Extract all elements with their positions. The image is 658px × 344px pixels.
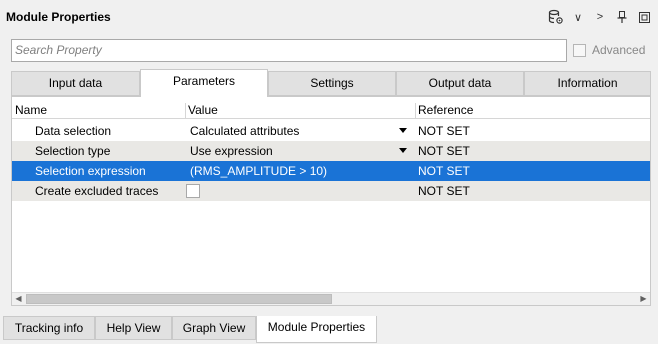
tab-help-view[interactable]: Help View	[95, 316, 172, 340]
row-name: Selection type	[35, 144, 111, 158]
dropdown-arrow-icon[interactable]	[399, 128, 407, 133]
titlebar-toolbar: ∨ >	[546, 8, 654, 26]
scroll-right-icon[interactable]: ▶	[637, 293, 650, 305]
database-settings-icon[interactable]	[546, 8, 566, 26]
column-header-reference[interactable]: Reference	[416, 103, 473, 119]
row-value-text[interactable]: (RMS_AMPLITUDE > 10)	[190, 161, 327, 181]
tab-output-data[interactable]: Output data	[396, 71, 524, 96]
tab-graph-view[interactable]: Graph View	[172, 316, 256, 340]
tab-module-properties[interactable]: Module Properties	[256, 316, 377, 343]
row-value-dropdown[interactable]: Calculated attributes	[190, 121, 299, 141]
row-value-dropdown[interactable]: Use expression	[190, 141, 273, 161]
row-reference: NOT SET	[418, 124, 470, 138]
advanced-label: Advanced	[592, 43, 646, 57]
column-header-value[interactable]: Value	[186, 103, 218, 119]
search-placeholder: Search Property	[15, 43, 102, 57]
chevron-down-icon[interactable]: ∨	[568, 8, 588, 26]
property-grid: Name Value Reference Data selection Calc…	[11, 96, 651, 306]
tab-information[interactable]: Information	[524, 71, 651, 96]
row-reference: NOT SET	[418, 144, 470, 158]
tab-parameters[interactable]: Parameters	[140, 69, 268, 97]
table-row-selected[interactable]: Selection expression (RMS_AMPLITUDE > 10…	[12, 161, 650, 181]
create-excluded-traces-checkbox[interactable]	[186, 184, 200, 198]
table-row[interactable]: Selection type Use expression NOT SET	[12, 141, 650, 161]
panel-titlebar: Module Properties ∨ >	[0, 0, 658, 34]
table-row[interactable]: Create excluded traces NOT SET	[12, 181, 650, 201]
advanced-checkbox[interactable]: Advanced	[573, 43, 645, 57]
row-name: Data selection	[35, 124, 112, 138]
pin-icon[interactable]	[612, 8, 632, 26]
chevron-right-icon[interactable]: >	[590, 8, 610, 26]
row-name: Selection expression	[35, 164, 146, 178]
tab-tracking-info[interactable]: Tracking info	[3, 316, 95, 340]
row-reference: NOT SET	[418, 164, 470, 178]
property-tabs: Input data Parameters Settings Output da…	[11, 69, 651, 97]
bottom-tabs: Tracking info Help View Graph View Modul…	[3, 316, 658, 343]
tab-input-data[interactable]: Input data	[11, 71, 140, 96]
restore-icon[interactable]	[634, 8, 654, 26]
column-header-name[interactable]: Name	[13, 103, 47, 119]
table-header: Name Value Reference	[12, 103, 650, 119]
row-name: Create excluded traces	[35, 184, 159, 198]
scrollbar-thumb[interactable]	[26, 294, 332, 304]
scroll-left-icon[interactable]: ◀	[12, 293, 25, 305]
dropdown-arrow-icon[interactable]	[399, 148, 407, 153]
horizontal-scrollbar[interactable]: ◀ ▶	[12, 292, 650, 305]
panel-title: Module Properties	[6, 10, 111, 24]
advanced-checkbox-box[interactable]	[573, 43, 586, 57]
row-reference: NOT SET	[418, 184, 470, 198]
search-input[interactable]: Search Property	[11, 39, 567, 62]
table-row[interactable]: Data selection Calculated attributes NOT…	[12, 121, 650, 141]
tab-settings[interactable]: Settings	[268, 71, 396, 96]
